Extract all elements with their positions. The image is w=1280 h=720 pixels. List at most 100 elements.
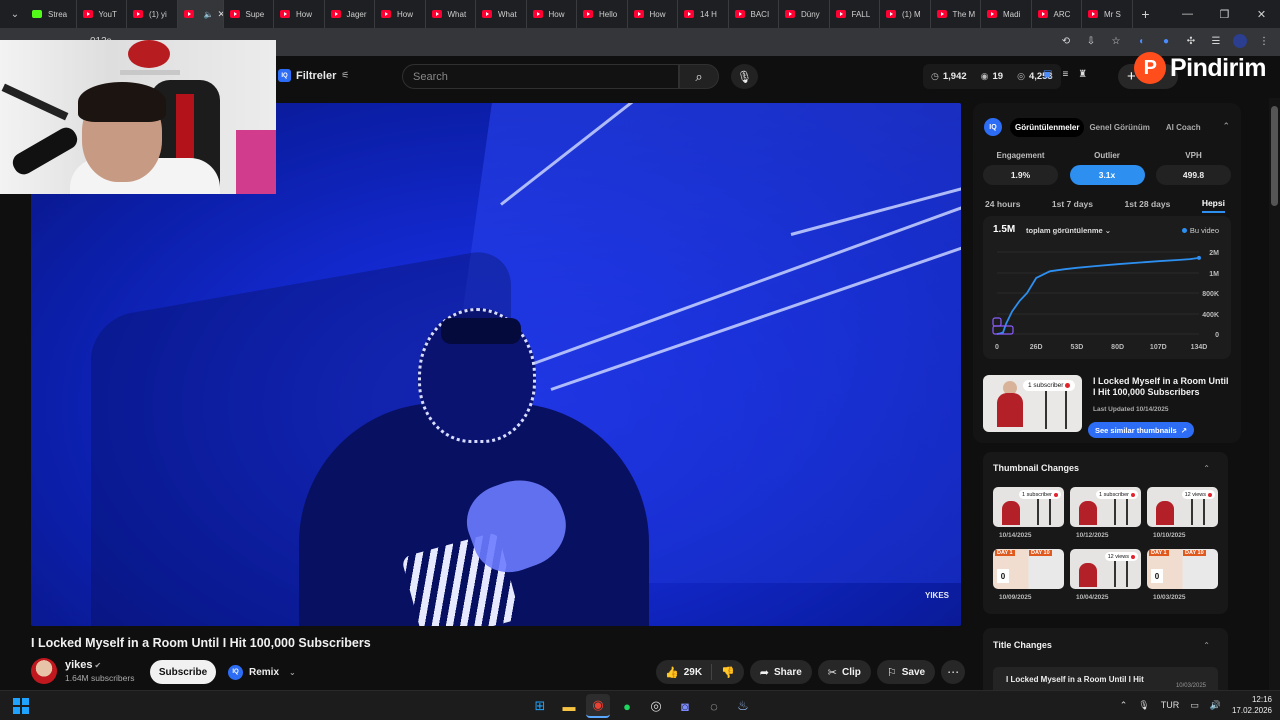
- tab-search-icon[interactable]: ⌄: [4, 4, 26, 24]
- chevron-up-icon[interactable]: ⌃: [1203, 464, 1210, 473]
- chevron-up-icon[interactable]: ⌃: [1120, 700, 1128, 711]
- tab-views[interactable]: Görüntülenmeler: [1010, 117, 1085, 137]
- profile-avatar[interactable]: [1233, 34, 1247, 48]
- scrollbar-thumb[interactable]: [1271, 106, 1278, 206]
- browser-tab[interactable]: Madi: [981, 0, 1032, 28]
- views-metric-dropdown[interactable]: toplam görüntülenme ⌄: [1026, 226, 1111, 235]
- browser-tab[interactable]: (1) M: [880, 0, 931, 28]
- restore-icon[interactable]: ❐: [1206, 0, 1243, 28]
- network-icon[interactable]: ▭: [1190, 700, 1199, 711]
- chevron-up-icon[interactable]: ⌃: [1203, 641, 1210, 650]
- browser-tab[interactable]: Hello: [577, 0, 628, 28]
- browser-tab[interactable]: (1) yi: [127, 0, 178, 28]
- chevron-down-icon[interactable]: ⌄: [289, 668, 296, 677]
- browser-tab[interactable]: 🔈✕: [177, 0, 224, 28]
- input-language[interactable]: TUR: [1161, 700, 1180, 710]
- dislike-button[interactable]: 👎: [712, 666, 744, 679]
- event-marker[interactable]: [992, 317, 1002, 327]
- save-button[interactable]: ⚐ Save: [876, 660, 936, 684]
- bookmark-star-icon[interactable]: ☆: [1108, 33, 1124, 49]
- remix-button[interactable]: IQ Remix ⌄: [224, 660, 304, 684]
- voice-search-button[interactable]: 🎙: [731, 64, 758, 89]
- minimize-icon[interactable]: —: [1169, 0, 1206, 28]
- new-tab-button[interactable]: +: [1133, 6, 1159, 22]
- browser-tab[interactable]: How: [274, 0, 325, 28]
- browser-menu-icon[interactable]: ⋮: [1256, 33, 1272, 49]
- subscribe-button[interactable]: Subscribe: [150, 660, 216, 684]
- y-tick-label: 0: [1215, 332, 1219, 339]
- browser-tab[interactable]: What: [476, 0, 527, 28]
- range-24h[interactable]: 24 hours: [985, 199, 1020, 212]
- iq-tool-icon[interactable]: ▣: [1043, 69, 1052, 80]
- chevron-up-icon[interactable]: ⌃: [1222, 121, 1230, 132]
- browser-tab[interactable]: What: [426, 0, 476, 28]
- y-tick-label: 1M: [1209, 271, 1219, 278]
- reading-list-icon[interactable]: ☰: [1208, 33, 1224, 49]
- browser-tab[interactable]: 14 H: [678, 0, 729, 28]
- metric-vph[interactable]: VPH 499.8: [1156, 151, 1231, 185]
- thumbnail-change-item[interactable]: 1 subscriber 10/12/2025: [1070, 487, 1141, 543]
- start-menu-icon[interactable]: ⊞: [528, 694, 552, 718]
- channel-avatar[interactable]: [31, 658, 57, 684]
- microphone-tray-icon[interactable]: 🎙: [1138, 700, 1149, 711]
- title-change-item[interactable]: I Locked Myself in a Room Until I Hit 10…: [993, 667, 1218, 690]
- page-scrollbar[interactable]: [1269, 98, 1280, 690]
- browser-tab[interactable]: How: [527, 0, 577, 28]
- browser-tab[interactable]: Strea: [26, 0, 77, 28]
- metric-outlier[interactable]: Outlier 3.1x: [1069, 151, 1145, 185]
- metric-engagement[interactable]: Engagement 1.9%: [983, 151, 1058, 185]
- discord-icon[interactable]: ◙: [673, 694, 697, 718]
- browser-tab[interactable]: Jager: [325, 0, 375, 28]
- thumbnail-change-item[interactable]: 12 views 10/04/2025: [1070, 549, 1141, 605]
- browser-tab[interactable]: Mr S: [1082, 0, 1133, 28]
- thumbnail-change-item[interactable]: 12 views 10/10/2025: [1147, 487, 1218, 543]
- file-explorer-icon[interactable]: ▬: [557, 694, 581, 718]
- current-video-thumbnail[interactable]: 1 subscriber: [983, 375, 1082, 432]
- range-all[interactable]: Hepsi: [1201, 198, 1225, 213]
- tab-ai-coach[interactable]: AI Coach: [1161, 118, 1206, 137]
- metric-value: 3.1x: [1069, 165, 1145, 185]
- search-button[interactable]: ⌕: [679, 64, 719, 89]
- spotify-icon[interactable]: ●: [615, 694, 639, 718]
- list-tool-icon[interactable]: ≡: [1062, 69, 1068, 80]
- chrome-icon[interactable]: ◉: [586, 694, 610, 718]
- more-actions-button[interactable]: ⋯: [941, 660, 966, 684]
- steam-icon[interactable]: ♨: [731, 694, 755, 718]
- clip-button[interactable]: ✂ Clip: [817, 660, 871, 684]
- extensions-puzzle-icon[interactable]: ✣: [1183, 33, 1199, 49]
- translate-icon[interactable]: ⟲: [1058, 33, 1074, 49]
- browser-tab[interactable]: How: [628, 0, 678, 28]
- extension-wave-icon[interactable]: ◖: [1133, 33, 1149, 49]
- browser-tab[interactable]: Düny: [779, 0, 830, 28]
- channel-info[interactable]: yikes ✔ 1.64M subscribers: [31, 658, 134, 684]
- system-clock[interactable]: 12:16 17.02.2026: [1232, 694, 1272, 716]
- see-similar-thumbnails-button[interactable]: See similar thumbnails ↗: [1088, 422, 1194, 438]
- thumbnail-change-item[interactable]: DAY 1 DAY 10 0 10/03/2025: [1147, 549, 1218, 605]
- close-icon[interactable]: ✕: [1243, 0, 1280, 28]
- browser-tab[interactable]: How: [375, 0, 426, 28]
- thumbnail-change-item[interactable]: 1 subscriber 10/14/2025: [993, 487, 1064, 543]
- extension-iq-icon[interactable]: ●: [1158, 33, 1174, 49]
- like-button[interactable]: 👍 29K: [656, 664, 713, 680]
- steelseries-icon[interactable]: ◌: [702, 694, 726, 718]
- range-7d[interactable]: 1st 7 days: [1052, 199, 1093, 212]
- obs-icon[interactable]: ◎: [644, 694, 668, 718]
- filters-button[interactable]: IQ Filtreler ⚟: [278, 69, 349, 82]
- share-button[interactable]: ➦ Share: [749, 660, 812, 684]
- volume-icon[interactable]: 🔊: [1210, 700, 1221, 711]
- tab-overview[interactable]: Genel Görünüm: [1084, 118, 1154, 137]
- windows-start-icon[interactable]: [13, 698, 29, 714]
- trophy-icon[interactable]: ♜: [1078, 69, 1087, 80]
- browser-tab[interactable]: ARC: [1032, 0, 1082, 28]
- thumbnail-change-item[interactable]: DAY 1 DAY 10 0 10/09/2025: [993, 549, 1064, 605]
- browser-tab[interactable]: The M: [931, 0, 981, 28]
- browser-tab[interactable]: YouT: [77, 0, 127, 28]
- browser-tab[interactable]: BACI: [729, 0, 779, 28]
- range-28d[interactable]: 1st 28 days: [1125, 199, 1171, 212]
- speaker-icon[interactable]: 🔈: [204, 10, 214, 19]
- channel-name[interactable]: yikes ✔: [65, 659, 134, 671]
- search-input[interactable]: Search: [402, 64, 679, 89]
- browser-tab[interactable]: Supe: [224, 0, 274, 28]
- browser-tab[interactable]: FALL: [830, 0, 880, 28]
- install-icon[interactable]: ⇩: [1083, 33, 1099, 49]
